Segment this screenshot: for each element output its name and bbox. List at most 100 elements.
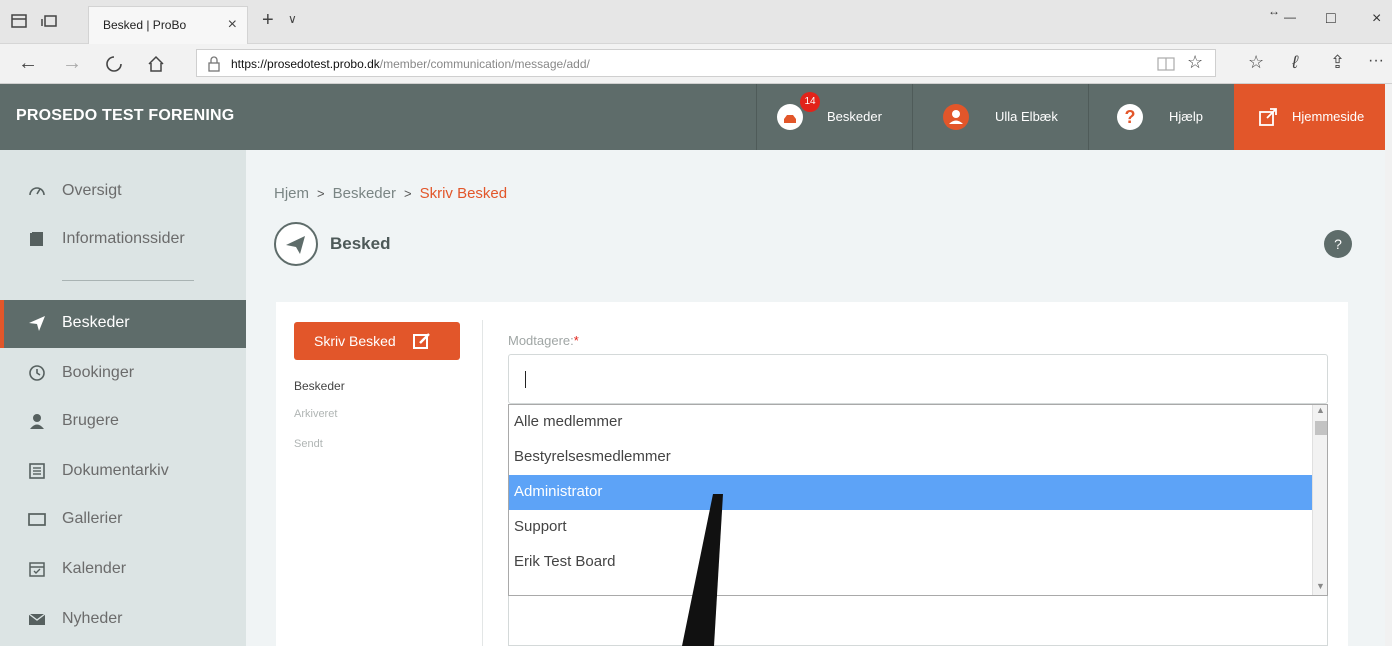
url-text: https://prosedotest.probo.dk/member/comm… [231,57,590,71]
envelope-icon [28,613,46,625]
favorite-star-icon[interactable]: ☆ [1187,52,1203,73]
panel-divider [482,320,483,646]
sidebar-item-label: Dokumentarkiv [62,462,169,479]
sidebar-item-kalender[interactable]: Kalender [0,546,246,594]
header-help-label: Hjælp [1169,109,1203,124]
header-user-label: Ulla Elbæk [995,109,1058,124]
book-icon [30,232,43,246]
dropdown-scrollbar[interactable]: ▲ ▼ [1312,405,1327,595]
sidebar-item-label: Oversigt [62,182,122,199]
set-tabs-aside-icon[interactable] [40,12,58,30]
header-user-button[interactable]: Ulla Elbæk [912,84,1088,150]
dropdown-option[interactable]: Bestyrelsesmedlemmer [509,440,1312,475]
inbox-icon [777,104,803,130]
sidebar-item-label: Bookinger [62,364,135,381]
dropdown-option-selected[interactable]: Administrator [509,475,1312,510]
gallery-icon [28,513,46,526]
tab-close-button[interactable]: × [228,16,237,34]
more-menu-icon[interactable]: ··· [1368,52,1384,70]
edit-icon [413,333,430,349]
restore-arrows-icon: ↔ [1268,4,1280,18]
sidebar-item-gallerier[interactable]: Gallerier [0,496,246,544]
tab-actions-icon[interactable] [10,12,28,30]
header-help-button[interactable]: ? Hjælp [1088,84,1234,150]
sidebar-item-oversigt[interactable]: Oversigt [0,168,246,216]
close-window-button[interactable]: × [1372,10,1381,28]
scroll-down-arrow-icon[interactable]: ▼ [1316,581,1325,591]
active-indicator [0,300,4,348]
forward-arrow-icon[interactable]: → [62,52,82,75]
folder-beskeder-link[interactable]: Beskeder [294,379,345,393]
header-website-label: Hjemmeside [1292,109,1365,124]
messages-count-badge: 14 [800,92,820,112]
clock-icon [29,365,45,381]
favorites-list-icon[interactable]: ☆ [1248,52,1264,73]
external-link-icon [1259,108,1277,126]
breadcrumb-beskeder-link[interactable]: Beskeder [333,185,396,202]
sidebar-item-nyheder[interactable]: Nyheder [0,596,246,644]
help-icon[interactable]: ? [1324,230,1352,258]
dropdown-option[interactable]: Erik Test Board [509,545,1312,580]
share-icon[interactable]: ⇪ [1330,52,1345,73]
user-icon [30,414,44,429]
maximize-button[interactable]: □ [1326,10,1336,28]
sidebar-item-label: Informationssider [62,230,185,247]
new-tab-button[interactable]: + [262,9,274,32]
sidebar-item-label: Brugere [62,412,119,429]
active-tab[interactable]: Besked | ProBo × [88,6,248,44]
breadcrumb-home-link[interactable]: Hjem [274,185,309,202]
user-avatar-icon [943,104,969,130]
breadcrumb: Hjem > Beskeder > Skriv Besked [274,185,507,202]
paper-plane-icon [29,316,45,331]
refresh-icon[interactable] [104,54,124,74]
sidebar-item-brugere[interactable]: Brugere [0,398,246,446]
app-header: PROSEDO TEST FORENING Beskeder Ulla Elbæ… [0,84,1385,150]
help-question-icon: ? [1117,104,1143,130]
tab-title: Besked | ProBo [103,18,187,32]
browser-address-bar: ← → https://prosedotest.probo.dk/member/… [0,44,1392,84]
sidebar-item-beskeder[interactable]: Beskeder [0,300,246,348]
home-icon[interactable] [146,54,166,74]
pen-notes-icon[interactable]: ℓ [1292,52,1298,73]
page-scrollbar[interactable] [1385,84,1392,646]
breadcrumb-separator-icon: > [403,186,412,201]
folder-arkiveret-link[interactable]: Arkiveret [294,408,337,420]
sidebar-item-label: Nyheder [62,610,123,627]
recipients-label: Modtagere:* [508,333,579,348]
folder-sendt-link[interactable]: Sendt [294,438,323,450]
tab-menu-chevron-icon[interactable]: ∨ [288,12,297,26]
paper-plane-icon [274,222,318,266]
calendar-icon [29,562,45,577]
sidebar-item-dokumentarkiv[interactable]: Dokumentarkiv [0,448,246,496]
back-arrow-icon[interactable]: ← [18,52,38,75]
sidebar-item-informationssider[interactable]: Informationssider [0,216,246,264]
sidebar-item-bookinger[interactable]: Bookinger [0,350,246,398]
recipients-input[interactable] [508,354,1328,404]
minimize-button[interactable]: — [1284,10,1296,24]
browser-tab-bar: Besked | ProBo × + ∨ ↔ — □ × [0,0,1392,44]
dropdown-option[interactable]: Alle medlemmer [509,405,1312,440]
sidebar: Oversigt Informationssider Beskeder Book… [0,150,246,646]
reading-view-icon[interactable] [1157,56,1175,72]
breadcrumb-separator-icon: > [317,186,325,201]
sidebar-divider [62,280,194,281]
header-messages-label: Beskeder [827,109,882,124]
dropdown-option[interactable]: Support [509,510,1312,545]
brand-title: PROSEDO TEST FORENING [16,107,235,124]
gauge-icon [29,187,45,196]
compose-message-button[interactable]: Skriv Besked [294,322,460,360]
sidebar-item-label: Beskeder [62,314,130,331]
header-website-button[interactable]: Hjemmeside [1234,84,1385,150]
breadcrumb-current: Skriv Besked [419,185,508,202]
archive-icon [29,463,45,479]
lock-icon [208,56,220,72]
scrollbar-thumb[interactable] [1315,421,1327,435]
recipients-dropdown[interactable]: Alle medlemmer Bestyrelsesmedlemmer Admi… [508,404,1328,596]
header-messages-button[interactable]: Beskeder [756,84,912,150]
text-caret [525,371,526,388]
page-title: Besked [330,234,391,253]
sidebar-item-label: Kalender [62,560,127,577]
compose-button-label: Skriv Besked [314,333,396,349]
scroll-up-arrow-icon[interactable]: ▲ [1316,405,1325,415]
url-field[interactable]: https://prosedotest.probo.dk/member/comm… [196,49,1216,77]
